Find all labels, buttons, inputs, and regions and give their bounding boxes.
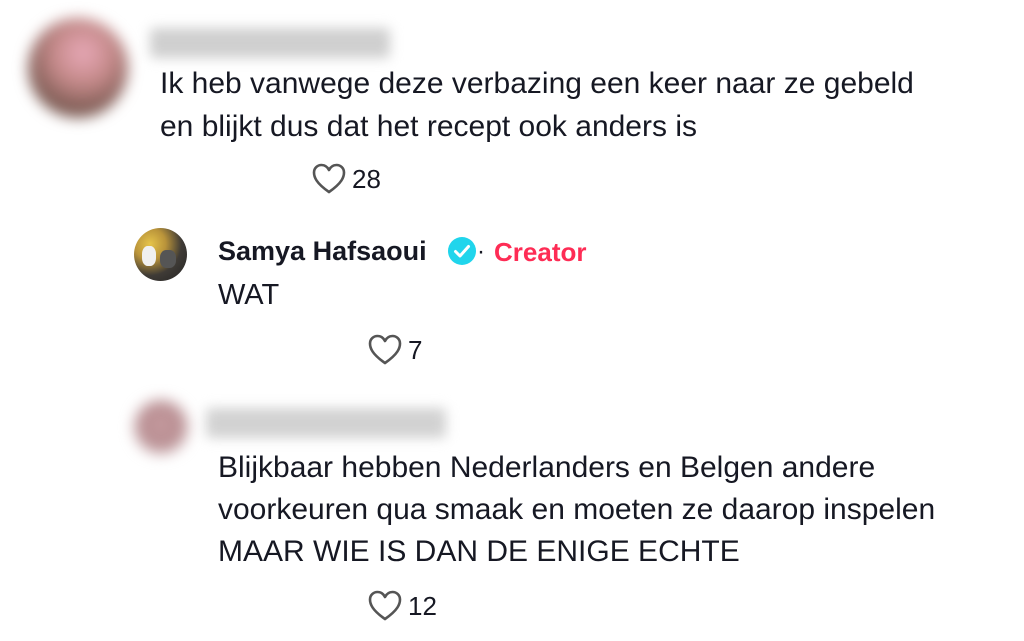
username-redacted[interactable] (206, 408, 446, 438)
comment-text-line: MAAR WIE IS DAN DE ENIGE ECHTE (218, 535, 740, 568)
like-button[interactable]: 28 (312, 163, 381, 195)
comment-text-line: Ik heb vanwege deze verbazing een keer n… (160, 67, 914, 100)
comment-text-line: Blijkbaar hebben Nederlanders en Belgen … (218, 451, 876, 484)
comment-text-line: voorkeuren qua smaak en moeten ze daarop… (218, 493, 936, 526)
like-count: 12 (408, 590, 437, 621)
comment-text-line: en blijkt dus dat het recept ook anders … (160, 110, 697, 143)
creator-badge: Creator (494, 237, 587, 267)
heart-outline-icon (312, 163, 346, 194)
comment-text-line: WAT (218, 279, 280, 311)
separator-dot: · (477, 238, 485, 265)
like-button[interactable]: 12 (368, 590, 437, 622)
like-button[interactable]: 7 (368, 334, 422, 366)
username-redacted[interactable] (150, 28, 390, 58)
heart-outline-icon (368, 590, 402, 621)
like-count: 7 (408, 334, 423, 365)
avatar[interactable] (28, 18, 128, 118)
verified-check-icon (448, 237, 476, 265)
heart-outline-icon (368, 334, 402, 365)
like-count: 28 (352, 163, 381, 194)
avatar[interactable] (134, 400, 188, 454)
avatar[interactable] (134, 228, 187, 281)
username[interactable]: Samya Hafsaoui (218, 236, 427, 267)
